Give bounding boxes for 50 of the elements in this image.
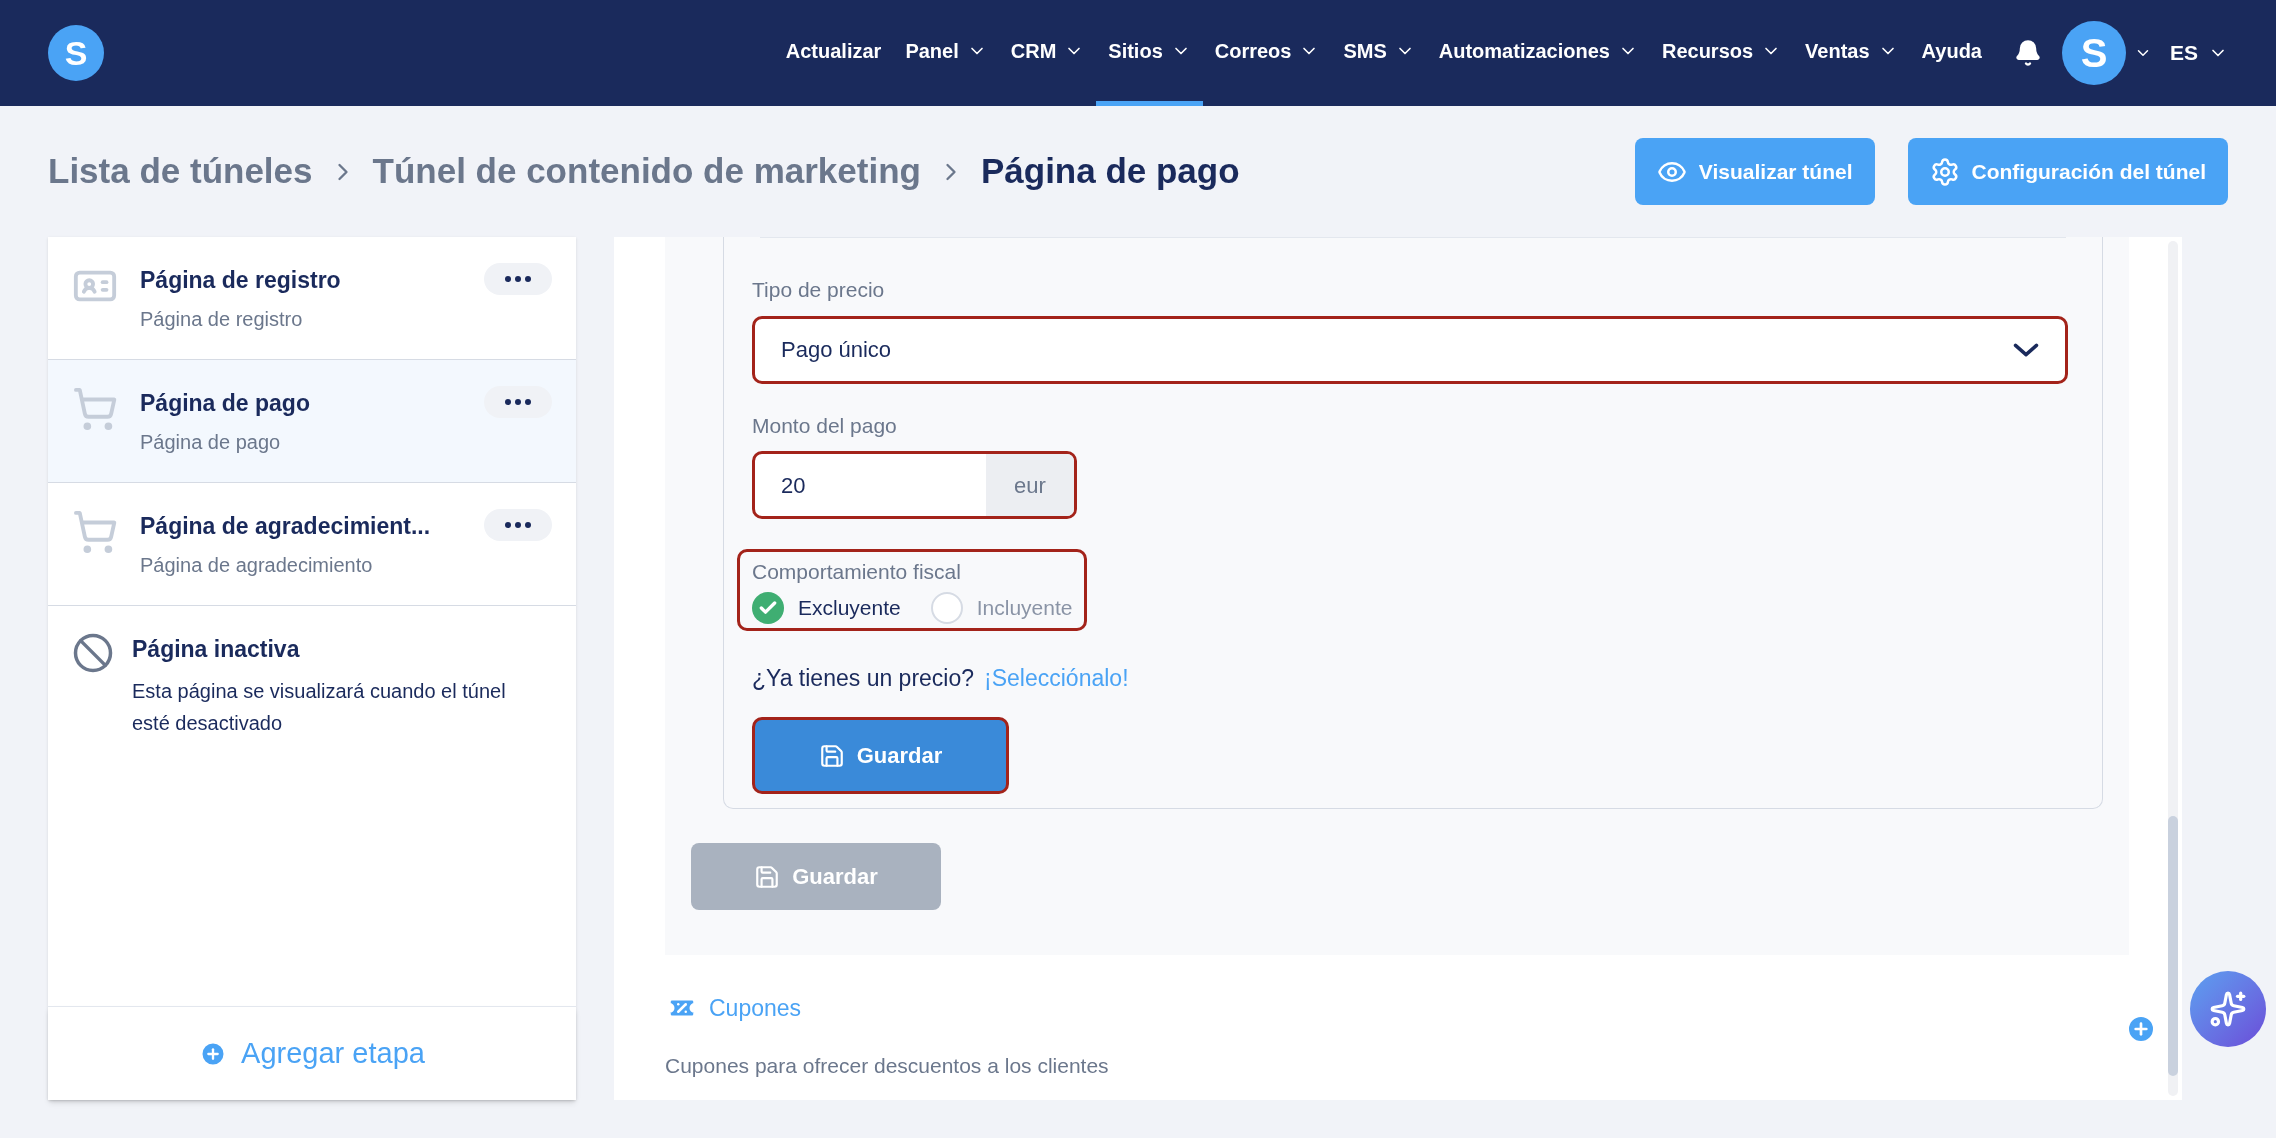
nav-menu-item[interactable]: SMS <box>1331 0 1427 106</box>
step-subtitle: Página de pago <box>140 429 282 455</box>
radio-button[interactable] <box>752 591 784 624</box>
price-type-dropdown[interactable]: Pago único <box>752 315 2068 384</box>
breadcrumb-item[interactable]: Lista de túneles <box>48 145 313 198</box>
save-icon <box>754 863 781 890</box>
disabled-icon <box>72 632 114 674</box>
cart-icon <box>72 509 118 555</box>
step-item[interactable]: Página de pago Página de pago <box>48 360 576 483</box>
field-label: Comportamiento fiscal <box>752 559 962 585</box>
notification-bell-icon[interactable] <box>2014 39 2042 67</box>
step-item[interactable]: Página de agradecimient... Página de agradecimiento <box>48 483 576 606</box>
cart-icon <box>72 386 118 432</box>
step-subtitle: Página de registro <box>140 306 304 332</box>
scrollbar[interactable] <box>2168 241 2178 1096</box>
more-options-button[interactable] <box>484 509 552 541</box>
chevron-down-icon <box>2013 342 2039 357</box>
currency-addon: eur <box>986 454 1074 516</box>
step-subtitle: Página de agradecimiento <box>140 552 374 578</box>
sparkles-icon <box>2209 990 2247 1028</box>
nav-menu-item[interactable]: Sitios <box>1096 0 1203 106</box>
amount-field[interactable]: 20 eur <box>752 451 1077 519</box>
language-menu[interactable]: ES <box>2170 37 2228 69</box>
field-label: Monto del pago <box>752 412 898 439</box>
step-title: Página de agradecimient... <box>140 512 432 541</box>
step-item[interactable]: Página de registro Página de registro <box>48 237 576 360</box>
nav-menu-item[interactable]: Automatizaciones <box>1426 0 1650 106</box>
breadcrumb-item: Página de pago <box>980 150 1240 193</box>
field-label: Tipo de precio <box>752 277 886 303</box>
radio-button[interactable] <box>930 591 963 624</box>
inactive-page-title: Página inactiva <box>132 635 301 664</box>
nav-menu-item[interactable]: Ayuda <box>1909 0 1994 106</box>
step-title: Página de registro <box>140 266 342 295</box>
nav-menu-item[interactable]: Recursos <box>1649 0 1794 106</box>
settings-icon <box>1929 156 1960 187</box>
existing-price-question: ¿Ya tienes un precio? <box>752 663 975 693</box>
step-title: Página de pago <box>140 389 311 418</box>
save-button[interactable]: Guardar <box>752 717 1009 794</box>
more-options-button[interactable] <box>484 386 552 418</box>
nav-menu-item[interactable]: Panel <box>893 0 999 106</box>
nav-menu-item[interactable]: CRM <box>998 0 1097 106</box>
inactive-page-description: Esta página se visualizará cuando el túnel esté desactivado <box>132 678 507 736</box>
nav-menu-item[interactable]: Ventas <box>1793 0 1910 106</box>
radio-option[interactable]: Excluyente <box>752 591 901 624</box>
nav-menu-item[interactable]: Correos <box>1202 0 1332 106</box>
coupons-description: Cupones para ofrecer descuentos a los clientes <box>665 1052 1109 1079</box>
save-icon <box>818 742 845 769</box>
nav-menu-item[interactable]: Actualizar <box>773 0 894 106</box>
breadcrumb-item[interactable]: Túnel de contenido de marketing <box>372 145 921 198</box>
more-options-button[interactable] <box>484 263 552 295</box>
